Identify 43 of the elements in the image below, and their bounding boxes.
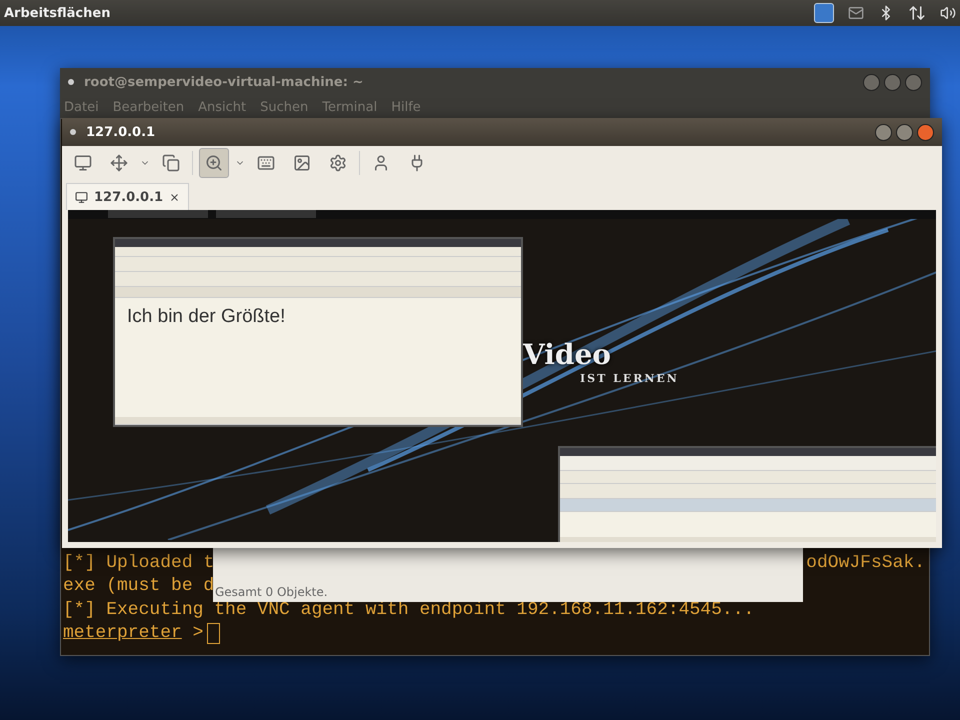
minimize-button[interactable] <box>875 124 892 140</box>
mail-icon[interactable] <box>848 5 864 21</box>
monitor-icon <box>75 190 88 204</box>
volume-icon[interactable] <box>940 5 956 21</box>
prompt-symbol: > <box>192 623 204 644</box>
monitor-icon <box>74 154 92 172</box>
terminal-line: exe (must be d <box>63 576 214 596</box>
menu-item[interactable]: Terminal <box>322 100 378 114</box>
terminal-line: [*] Uploaded t <box>63 552 214 573</box>
network-icon[interactable] <box>908 4 926 22</box>
window-icon <box>68 79 74 85</box>
zoom-button[interactable] <box>199 148 229 178</box>
minimize-button[interactable] <box>863 74 880 90</box>
maximize-button[interactable] <box>884 74 901 90</box>
menu-item[interactable]: Ansicht <box>198 100 246 114</box>
gear-icon <box>329 154 347 172</box>
document-text: Ich bin der Größte! <box>127 306 286 327</box>
window-title: root@sempervideo-virtual-machine: ~ <box>84 74 364 90</box>
menu-item[interactable]: Hilfe <box>391 100 421 114</box>
maximize-button[interactable] <box>896 124 913 140</box>
text-cursor <box>207 622 220 644</box>
menu-item[interactable]: Datei <box>64 100 99 114</box>
logo-tagline: IST LERNEN <box>580 372 679 385</box>
tab[interactable]: 127.0.0.1 <box>66 183 190 210</box>
terminal-line: odOwJFsSak. <box>806 552 925 573</box>
copy-icon <box>162 154 180 172</box>
menu-item[interactable]: Bearbeiten <box>112 100 184 114</box>
person-icon <box>372 154 390 172</box>
close-button[interactable] <box>905 74 922 90</box>
window-icon <box>70 129 76 135</box>
terminal-line: [*] Executing the VNC agent with endpoint 192.168.11.162:4545... <box>63 600 754 620</box>
close-icon[interactable] <box>169 192 180 202</box>
close-button[interactable] <box>917 124 934 140</box>
window-title: 127.0.0.1 <box>86 124 156 140</box>
zoom-icon <box>205 154 223 172</box>
keyboard-icon <box>257 154 275 172</box>
move-icon <box>110 154 128 172</box>
menu-item[interactable]: Suchen <box>260 100 308 114</box>
image-icon <box>293 154 311 172</box>
workspaces-label: Arbeitsflächen <box>4 6 110 20</box>
prompt-text: meterpreter <box>63 623 182 644</box>
status-text: Gesamt 0 Objekte. <box>214 585 329 601</box>
indicator-icon[interactable] <box>814 3 834 23</box>
